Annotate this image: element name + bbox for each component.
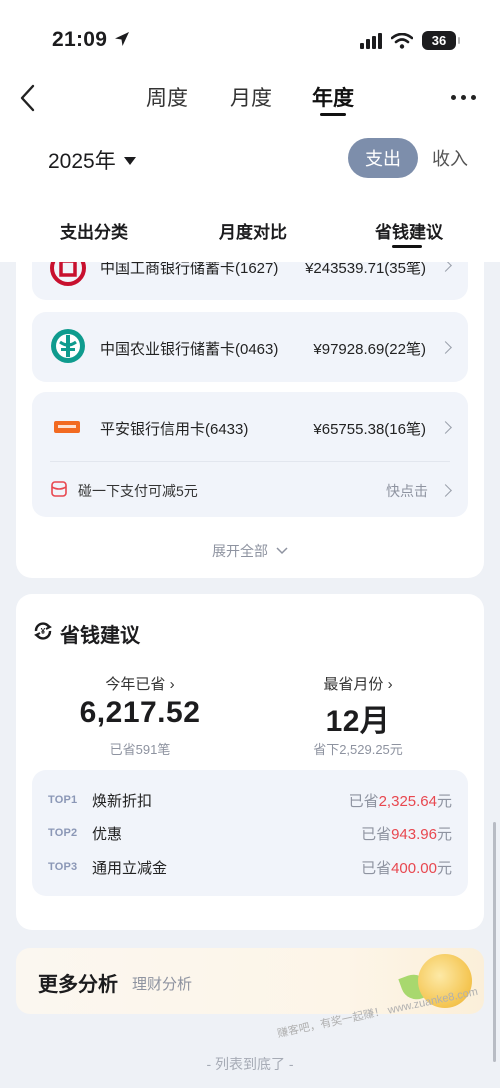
icbc-logo-icon: [50, 262, 86, 286]
saved-count: 已省591笔: [109, 742, 171, 757]
chevron-right-icon: [439, 484, 452, 497]
back-chevron-icon[interactable]: [18, 84, 38, 112]
list-end-text: - 列表到底了 -: [206, 1056, 294, 1072]
top-savings-list: TOP1 焕新折扣 已省2,325.64元 TOP2 优惠 已省943.96元 …: [32, 770, 468, 896]
more-options-icon[interactable]: [451, 95, 476, 100]
promo-text: 碰一下支付可减5元: [78, 483, 198, 499]
payment-name: 平安银行信用卡(6433): [100, 421, 249, 438]
status-time: 21:09: [52, 28, 108, 51]
tab-saving-advice[interactable]: 省钱建议: [375, 218, 443, 243]
rank-label: TOP2: [48, 827, 78, 839]
savings-title: 省钱建议: [60, 625, 140, 647]
savings-amount: 已省2,325.64元: [348, 792, 452, 810]
top-savings-row[interactable]: TOP3 通用立减金 已省400.00元: [32, 850, 468, 884]
payment-item-with-promo[interactable]: 平安银行信用卡(6433) ¥65755.38(16笔) 碰一下支付可减5元 快…: [32, 392, 468, 517]
rank-label: TOP3: [48, 861, 78, 873]
payment-name: 中国农业银行储蓄卡(0463): [100, 341, 279, 358]
location-arrow-icon: [115, 32, 129, 46]
more-analysis-title: 更多分析: [38, 974, 118, 996]
battery-indicator: 36: [422, 31, 460, 50]
tab-expense-category[interactable]: 支出分类: [60, 218, 128, 243]
active-subtab-indicator: [392, 245, 422, 248]
tab-weekly[interactable]: 周度: [146, 82, 188, 112]
best-month-link[interactable]: 最省月份 ›: [258, 673, 458, 694]
active-period-indicator: [320, 113, 346, 116]
savings-amount: 已省943.96元: [361, 825, 452, 843]
divider: [50, 461, 450, 462]
caret-down-icon: [123, 157, 136, 165]
chevron-down-icon: [276, 547, 288, 555]
status-indicators: 36: [360, 31, 460, 50]
saved-this-year-value: 6,217.52: [79, 696, 201, 729]
expand-all-label: 展开全部: [212, 543, 269, 559]
savings-name: 通用立减金: [92, 859, 168, 877]
chevron-right-icon: [439, 341, 452, 354]
promo-action-link[interactable]: 快点击: [386, 481, 428, 501]
more-analysis-sub[interactable]: 理财分析: [132, 973, 192, 994]
best-month-label: 最省月份: [323, 676, 384, 693]
scrollbar[interactable]: [493, 822, 496, 1062]
best-month-saved: 省下2,529.25元: [313, 742, 403, 757]
payment-amount: ¥97928.69(22笔): [313, 341, 426, 358]
rank-label: TOP1: [48, 794, 78, 806]
income-toggle-button[interactable]: 收入: [432, 145, 468, 171]
pingan-logo-icon: [54, 421, 80, 433]
top-savings-row[interactable]: TOP2 优惠 已省943.96元: [32, 816, 468, 850]
red-packet-icon: [51, 481, 67, 497]
wifi-icon: [391, 32, 413, 49]
saved-this-year-link[interactable]: 今年已省 ›: [40, 673, 240, 694]
tab-monthly[interactable]: 月度: [230, 82, 272, 112]
expand-all-button[interactable]: 展开全部: [0, 541, 500, 561]
payment-name: 中国工商银行储蓄卡(1627): [100, 262, 279, 277]
chevron-right-icon: [439, 421, 452, 434]
svg-text:¥: ¥: [41, 627, 46, 636]
expense-toggle-button[interactable]: 支出: [348, 138, 418, 178]
savings-exchange-icon: ¥: [34, 622, 52, 640]
payment-item[interactable]: 中国工商银行储蓄卡(1627) ¥243539.71(35笔): [32, 262, 468, 300]
savings-name: 焕新折扣: [92, 792, 153, 810]
saved-label: 今年已省: [105, 676, 166, 693]
year-label: 2025年: [48, 150, 116, 173]
tab-monthly-compare[interactable]: 月度对比: [219, 218, 287, 243]
abc-logo-icon: [51, 329, 85, 363]
top-savings-row[interactable]: TOP1 焕新折扣 已省2,325.64元: [32, 783, 468, 817]
payment-item[interactable]: 中国农业银行储蓄卡(0463) ¥97928.69(22笔): [32, 312, 468, 382]
best-month-value: 12月: [325, 705, 391, 738]
payment-amount: ¥65755.38(16笔): [313, 421, 426, 438]
savings-amount: 已省400.00元: [361, 859, 452, 877]
year-selector[interactable]: 2025年: [48, 145, 136, 175]
type-toggle: 支出 收入: [348, 138, 468, 178]
savings-name: 优惠: [92, 825, 123, 843]
content-scroll-area[interactable]: 中国工商银行储蓄卡(1627) ¥243539.71(35笔) 中国农业银行储蓄…: [0, 262, 500, 1088]
payment-amount: ¥243539.71(35笔): [305, 262, 426, 277]
tab-yearly[interactable]: 年度: [312, 82, 354, 112]
chevron-right-icon: [439, 262, 452, 272]
signal-icon: [360, 32, 382, 49]
